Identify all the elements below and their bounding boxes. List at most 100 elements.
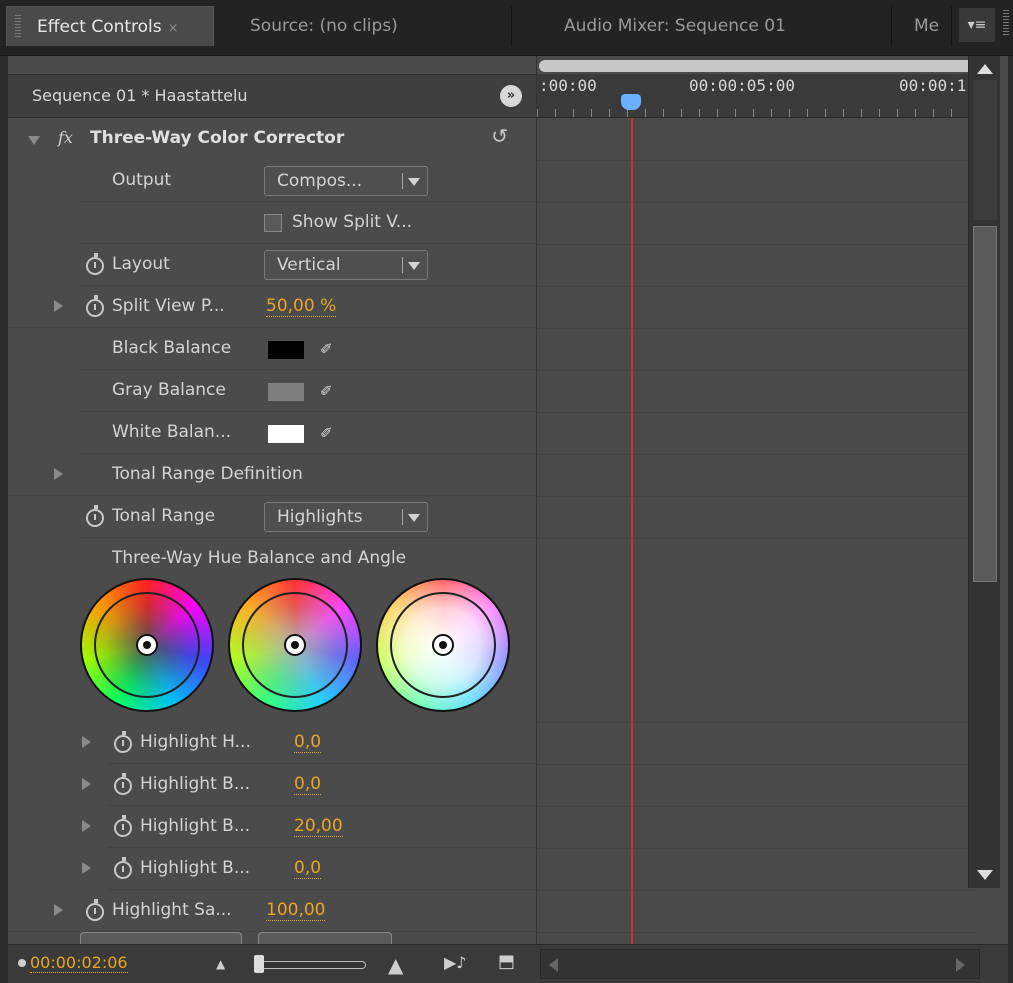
panel-tab-bar: Effect Controls × Source: (no clips) Audi… — [0, 0, 1013, 56]
effect-name: Three-Way Color Corrector — [90, 128, 345, 148]
panel-grip[interactable] — [1003, 10, 1009, 36]
tab-source[interactable]: Source: (no clips) — [214, 6, 512, 46]
wheel-center-handle[interactable] — [136, 634, 158, 656]
collapse-triangle-icon[interactable] — [28, 136, 40, 145]
highlight-saturation-label: Highlight Sa... — [112, 900, 232, 920]
scroll-track[interactable] — [973, 80, 997, 220]
output-row: Output Compos... — [80, 160, 536, 202]
output-dropdown[interactable]: Compos... — [264, 166, 428, 196]
expand-triangle-icon[interactable] — [82, 778, 91, 790]
scroll-up-icon[interactable] — [977, 64, 993, 74]
time-ruler[interactable]: :00:00 00:00:05:00 00:00:1( — [537, 74, 977, 118]
highlight-saturation-value[interactable]: 100,00 — [266, 900, 326, 921]
reset-icon[interactable]: ↺ — [491, 124, 508, 148]
split-view-value[interactable]: 50,00 % — [266, 296, 337, 317]
sequence-title: Sequence 01 * Haastattelu — [32, 86, 248, 105]
expand-triangle-icon[interactable] — [54, 300, 63, 312]
timeline-row-divider — [537, 370, 977, 371]
highlight-balance-row: Highlight B... 20,00 — [82, 806, 536, 848]
timeline-row-divider — [537, 286, 977, 287]
stopwatch-icon[interactable] — [86, 899, 104, 921]
panel-menu-icon[interactable]: ▾≡ — [959, 8, 995, 42]
dropdown-separator — [402, 173, 403, 189]
layout-value: Vertical — [277, 255, 341, 275]
chevron-down-icon — [408, 262, 420, 270]
scroll-right-icon[interactable] — [956, 958, 965, 972]
show-split-row: Show Split V... — [80, 202, 536, 244]
expand-triangle-icon[interactable] — [54, 468, 63, 480]
hue-balance-row: Three-Way Hue Balance and Angle — [80, 538, 536, 580]
gray-balance-swatch[interactable] — [268, 383, 304, 401]
highlight-row-value[interactable]: 0,0 — [294, 774, 322, 795]
highlight-row-value[interactable]: 20,00 — [294, 816, 343, 837]
highlight-row-label: Highlight B... — [140, 774, 251, 794]
expand-triangle-icon[interactable] — [82, 820, 91, 832]
scroll-left-icon[interactable] — [549, 958, 558, 972]
highlight-row-value[interactable]: 0,0 — [294, 732, 322, 753]
tonal-range-dropdown[interactable]: Highlights — [264, 502, 428, 532]
gray-balance-label: Gray Balance — [112, 380, 226, 400]
tonal-def-row: Tonal Range Definition — [8, 454, 536, 496]
wheel-center-handle[interactable] — [432, 634, 454, 656]
scroll-down-icon[interactable] — [977, 870, 993, 880]
effect-header-row[interactable]: fx Three-Way Color Corrector ↺ — [8, 118, 536, 160]
tab-grip[interactable] — [15, 15, 21, 39]
show-timeline-toggle-icon[interactable]: » — [500, 85, 522, 107]
stopwatch-icon[interactable] — [114, 857, 132, 879]
stopwatch-icon[interactable] — [114, 773, 132, 795]
white-balance-swatch[interactable] — [268, 425, 304, 443]
stopwatch-icon[interactable] — [114, 731, 132, 753]
current-timecode[interactable]: 00:00:02:06 — [30, 953, 128, 973]
tab-audio-mixer[interactable]: Audio Mixer: Sequence 01 — [512, 6, 892, 46]
zoom-out-icon[interactable]: ▲ — [216, 957, 225, 971]
expand-triangle-icon[interactable] — [82, 862, 91, 874]
timeline-zoom-scrollbar[interactable] — [539, 60, 975, 72]
timeline-row-divider — [537, 848, 977, 849]
eyedropper-icon[interactable]: ✐ — [320, 382, 333, 400]
highlight-row-label: Highlight B... — [140, 816, 251, 836]
tab-effect-controls[interactable]: Effect Controls × — [6, 6, 214, 46]
scroll-thumb[interactable] — [973, 226, 997, 582]
highlight-row-value[interactable]: 0,0 — [294, 858, 322, 879]
fx-icon[interactable]: fx — [58, 128, 73, 147]
midtones-color-wheel[interactable] — [228, 578, 362, 712]
highlights-color-wheel[interactable] — [376, 578, 510, 712]
highlight-saturation-row: Highlight Sa... 100,00 — [8, 890, 536, 932]
stopwatch-icon[interactable] — [114, 815, 132, 837]
stopwatch-icon[interactable] — [86, 295, 104, 317]
effect-timeline: :00:00 00:00:05:00 00:00:1( — [536, 56, 977, 944]
eyedropper-icon[interactable]: ✐ — [320, 340, 333, 358]
zoom-slider-thumb[interactable] — [254, 955, 264, 973]
split-view-label: Split View P... — [112, 296, 225, 316]
playhead-handle[interactable] — [621, 94, 641, 110]
timeline-row-divider — [537, 496, 977, 497]
stopwatch-icon[interactable] — [86, 505, 104, 527]
highlight-row-label: Highlight B... — [140, 858, 251, 878]
eyedropper-icon[interactable]: ✐ — [320, 424, 333, 442]
tab-metadata[interactable]: Me — [892, 6, 952, 46]
expand-triangle-icon[interactable] — [54, 904, 63, 916]
tab-label: Me — [914, 16, 940, 36]
zoom-slider[interactable] — [258, 961, 366, 969]
stopwatch-icon[interactable] — [86, 253, 104, 275]
tonal-range-value: Highlights — [277, 507, 363, 527]
effect-controls-panel: Sequence 01 * Haastattelu » fx Three-Way… — [8, 56, 1008, 983]
tab-close-icon[interactable]: × — [168, 21, 179, 36]
play-audio-icon[interactable]: ▶♪ — [444, 953, 467, 972]
zoom-in-icon[interactable]: ▲ — [388, 953, 403, 977]
export-icon[interactable]: ⬒ — [498, 951, 515, 972]
layout-dropdown[interactable]: Vertical — [264, 250, 428, 280]
show-split-checkbox[interactable] — [264, 214, 282, 232]
chevron-down-icon — [408, 514, 420, 522]
output-value: Compos... — [277, 171, 363, 191]
timeline-row-divider — [537, 412, 977, 413]
timeline-row-divider — [537, 202, 977, 203]
black-balance-swatch[interactable] — [268, 341, 304, 359]
vertical-scrollbar[interactable] — [968, 56, 1000, 888]
wheel-center-handle[interactable] — [284, 634, 306, 656]
ruler-tick-label: 00:00:1( — [899, 76, 977, 95]
expand-triangle-icon[interactable] — [82, 736, 91, 748]
horizontal-scrollbar[interactable] — [540, 949, 980, 979]
black-balance-row: Black Balance ✐ — [80, 328, 536, 370]
shadows-color-wheel[interactable] — [80, 578, 214, 712]
